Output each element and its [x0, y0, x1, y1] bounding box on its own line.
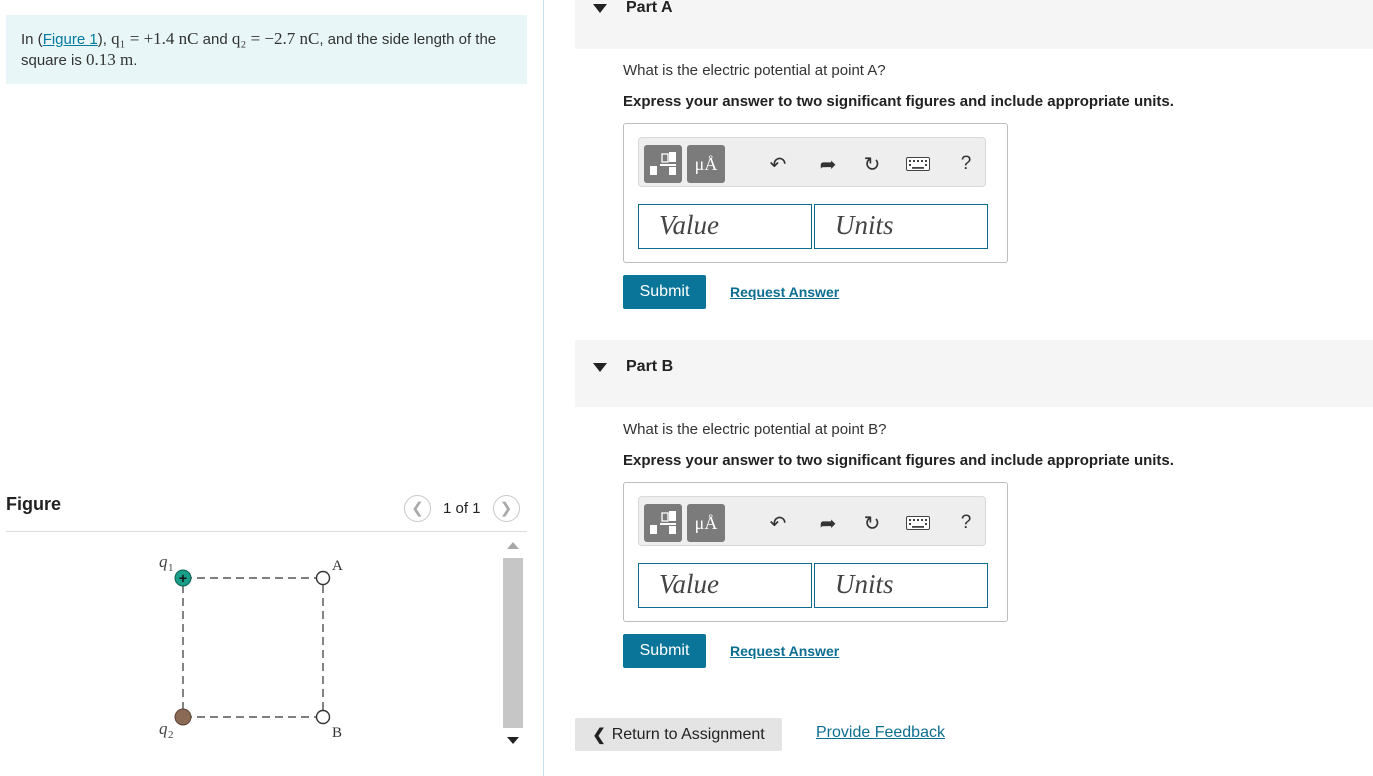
part-b-answer-box: μÅ ↶ ➦ ↻ ? Value Units [623, 482, 1008, 622]
units-icon: μÅ [694, 512, 718, 533]
part-a-request-answer-link[interactable]: Request Answer [730, 284, 839, 300]
fraction-template-icon [650, 152, 676, 175]
figure-title: Figure [6, 494, 62, 514]
undo-icon[interactable]: ↶ [765, 151, 791, 177]
reset-icon[interactable]: ↻ [859, 151, 885, 177]
side-length: 0.13 m [86, 50, 134, 69]
figure-link[interactable]: Figure 1 [43, 31, 98, 48]
collapse-triangle-icon[interactable] [593, 4, 607, 13]
scroll-up-icon[interactable] [507, 542, 519, 550]
part-a-header[interactable]: Part A [575, 0, 1373, 49]
help-icon[interactable]: ? [953, 151, 979, 177]
point-b-marker [315, 709, 331, 725]
part-a-question: What is the electric potential at point … [623, 62, 886, 79]
math-toolbar: μÅ ↶ ➦ ↻ ? [638, 137, 986, 187]
redo-icon[interactable]: ➦ [815, 151, 841, 177]
square-charge-figure: + q 1 q 2 A B [159, 552, 343, 741]
previous-figure-button[interactable]: ❮ [404, 494, 431, 522]
help-icon[interactable]: ? [953, 510, 979, 536]
value-input[interactable]: Value [638, 204, 812, 249]
provide-feedback-link[interactable]: Provide Feedback [816, 724, 945, 742]
collapse-triangle-icon[interactable] [593, 363, 607, 372]
scrollbar-thumb[interactable] [503, 558, 523, 728]
intro-text: . [133, 52, 138, 69]
intro-text: and [198, 31, 232, 48]
value-input[interactable]: Value [638, 563, 812, 608]
fraction-template-icon [650, 511, 676, 534]
q1-label: q [159, 552, 168, 571]
point-a-marker [315, 570, 331, 586]
point-a-label: A [332, 558, 343, 574]
figure-page-count: 1 of 1 [443, 499, 481, 517]
undo-icon[interactable]: ↶ [765, 510, 791, 536]
intro-text: ), [97, 31, 112, 48]
chevron-left-icon: ❮ [411, 500, 424, 517]
part-b-instruction: Express your answer to two significant f… [623, 452, 1174, 469]
intro-text: In ( [21, 31, 43, 48]
part-b-request-answer-link[interactable]: Request Answer [730, 643, 839, 659]
return-to-assignment-button[interactable]: ❮ Return to Assignment [575, 718, 782, 751]
scroll-down-icon[interactable] [507, 737, 519, 745]
problem-statement: In (Figure 1), q₁ = +1.4 nC and q₂ = −2.… [6, 15, 527, 84]
units-button[interactable]: μÅ [687, 504, 725, 542]
next-figure-button[interactable]: ❯ [492, 494, 520, 522]
column-divider [543, 0, 544, 776]
q2-subscript: 2 [168, 729, 174, 741]
part-b-header[interactable]: Part B [575, 340, 1373, 407]
part-a-label: Part A [626, 0, 673, 16]
figure-pager: ❮ 1 of 1 ❯ [404, 494, 520, 522]
part-b-question: What is the electric potential at point … [623, 421, 887, 438]
point-b-label: B [332, 725, 342, 741]
chevron-left-icon: ❮ [592, 726, 606, 744]
divider [6, 531, 527, 532]
part-b-submit-button[interactable]: Submit [623, 634, 706, 668]
q2-label: q [159, 719, 168, 738]
return-label: Return to Assignment [611, 725, 765, 743]
plus-sign: + [179, 570, 187, 586]
part-a-submit-button[interactable]: Submit [623, 275, 706, 309]
q1-subscript: 1 [168, 562, 174, 574]
units-input[interactable]: Units [814, 204, 988, 249]
reset-icon[interactable]: ↻ [859, 510, 885, 536]
part-a-instruction: Express your answer to two significant f… [623, 93, 1174, 110]
units-input[interactable]: Units [814, 563, 988, 608]
units-button[interactable]: μÅ [687, 145, 725, 183]
chevron-right-icon: ❯ [499, 500, 513, 517]
units-icon: μÅ [694, 153, 718, 174]
q2-expression: q₂ = −2.7 nC [231, 29, 320, 48]
redo-icon[interactable]: ➦ [815, 510, 841, 536]
part-a-answer-box: μÅ ↶ ➦ ↻ ? Value Units [623, 123, 1008, 263]
q2-charge [174, 708, 192, 726]
math-toolbar: μÅ ↶ ➦ ↻ ? [638, 496, 986, 546]
keyboard-icon[interactable] [905, 151, 931, 177]
part-b-label: Part B [626, 358, 674, 375]
keyboard-icon[interactable] [905, 510, 931, 536]
templates-button[interactable] [644, 145, 682, 183]
templates-button[interactable] [644, 504, 682, 542]
q1-expression: q₁ = +1.4 nC [111, 29, 199, 48]
